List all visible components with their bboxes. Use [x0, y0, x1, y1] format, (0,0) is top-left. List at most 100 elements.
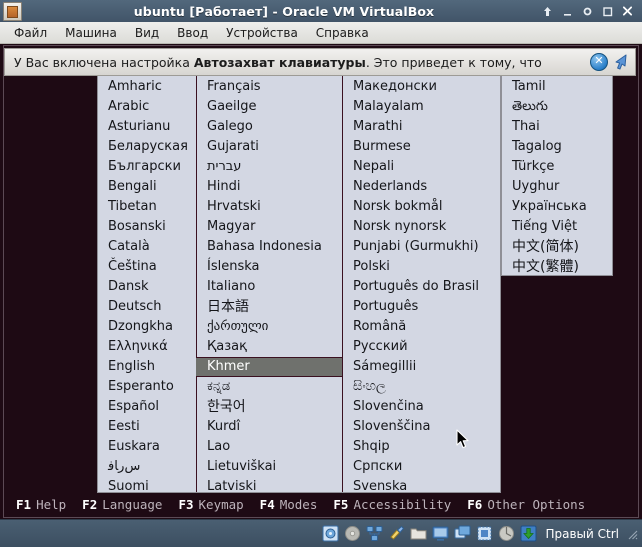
- status-network-icon[interactable]: [366, 525, 383, 542]
- status-keyboard-icon[interactable]: [520, 525, 537, 542]
- fullscreen-up-button[interactable]: [542, 6, 553, 17]
- language-item[interactable]: Italiano: [197, 277, 342, 297]
- language-item[interactable]: Português: [343, 297, 502, 317]
- language-item[interactable]: Türkçe: [502, 157, 612, 177]
- language-item[interactable]: Gaeilge: [197, 97, 342, 117]
- language-item[interactable]: Kurdî: [197, 417, 342, 437]
- language-item[interactable]: Dansk: [98, 277, 196, 297]
- language-item[interactable]: Íslenska: [197, 257, 342, 277]
- language-item[interactable]: Marathi: [343, 117, 502, 137]
- language-item[interactable]: Uyghur: [502, 177, 612, 197]
- menu-input[interactable]: Ввод: [168, 24, 217, 42]
- language-item[interactable]: Беларуская: [98, 137, 196, 157]
- language-list-main[interactable]: Amharic Arabic Asturianu Беларуская Българск…: [97, 73, 502, 494]
- status-mouse-icon[interactable]: [498, 525, 515, 542]
- language-item[interactable]: Arabic: [98, 97, 196, 117]
- language-item[interactable]: Punjabi (Gurmukhi): [343, 237, 502, 257]
- language-item[interactable]: Српски: [343, 457, 502, 477]
- language-item[interactable]: Français: [197, 77, 342, 97]
- language-item[interactable]: 日本語: [197, 297, 342, 317]
- language-item[interactable]: Malayalam: [343, 97, 502, 117]
- language-item[interactable]: Tiếng Việt: [502, 217, 612, 237]
- language-item[interactable]: Euskara: [98, 437, 196, 457]
- language-item[interactable]: Català: [98, 237, 196, 257]
- language-list-overflow[interactable]: Tamil తెలుగు Thai Tagalog Türkçe Uyghur Україн…: [501, 73, 613, 276]
- fkey-f5-accessibility[interactable]: F5 Accessibility: [333, 497, 451, 512]
- language-item[interactable]: Burmese: [343, 137, 502, 157]
- close-circle-icon[interactable]: ✕: [590, 53, 608, 71]
- language-item[interactable]: Polski: [343, 257, 502, 277]
- menu-help[interactable]: Справка: [307, 24, 378, 42]
- language-item[interactable]: Tamil: [502, 77, 612, 97]
- language-item[interactable]: Esperanto: [98, 377, 196, 397]
- fkey-f4-modes[interactable]: F4 Modes: [260, 497, 318, 512]
- fkey-f6-other-options[interactable]: F6 Other Options: [467, 497, 585, 512]
- language-item[interactable]: Nederlands: [343, 177, 502, 197]
- language-item[interactable]: ﺱﺭﺎﻓ: [98, 457, 196, 477]
- status-optical-disk-icon[interactable]: [344, 525, 361, 542]
- language-item[interactable]: Bahasa Indonesia: [197, 237, 342, 257]
- restore-button[interactable]: [582, 6, 593, 17]
- status-harddisk-icon[interactable]: [322, 525, 339, 542]
- language-item[interactable]: Ελληνικά: [98, 337, 196, 357]
- cursor-arrow-icon[interactable]: [611, 53, 631, 71]
- language-item[interactable]: Eesti: [98, 417, 196, 437]
- close-button[interactable]: [622, 6, 633, 17]
- language-item[interactable]: Български: [98, 157, 196, 177]
- language-item[interactable]: Nepali: [343, 157, 502, 177]
- language-item[interactable]: 한국어: [197, 397, 342, 417]
- language-item[interactable]: Dzongkha: [98, 317, 196, 337]
- language-item[interactable]: English: [98, 357, 196, 377]
- language-item[interactable]: Română: [343, 317, 502, 337]
- language-item[interactable]: Українська: [502, 197, 612, 217]
- status-display-icon[interactable]: [432, 525, 449, 542]
- language-item[interactable]: Galego: [197, 117, 342, 137]
- language-item[interactable]: Қазақ: [197, 337, 342, 357]
- language-item[interactable]: Čeština: [98, 257, 196, 277]
- status-features-icon[interactable]: [476, 525, 493, 542]
- language-item[interactable]: Lietuviškai: [197, 457, 342, 477]
- menu-file[interactable]: Файл: [5, 24, 56, 42]
- language-item[interactable]: Amharic: [98, 77, 196, 97]
- language-item[interactable]: Hindi: [197, 177, 342, 197]
- language-item-selected[interactable]: Khmer: [196, 357, 342, 377]
- language-item[interactable]: Gujarati: [197, 137, 342, 157]
- language-item[interactable]: Tagalog: [502, 137, 612, 157]
- vm-screen[interactable]: Amharic Arabic Asturianu Беларуская Българск…: [3, 45, 639, 518]
- language-item[interactable]: 中文(简体): [502, 237, 612, 257]
- language-item[interactable]: Tibetan: [98, 197, 196, 217]
- language-item[interactable]: ქართული: [197, 317, 342, 337]
- language-item[interactable]: తెలుగు: [502, 97, 612, 117]
- language-item[interactable]: Bengali: [98, 177, 196, 197]
- language-item[interactable]: Asturianu: [98, 117, 196, 137]
- language-item[interactable]: Magyar: [197, 217, 342, 237]
- language-item[interactable]: Bosanski: [98, 217, 196, 237]
- menu-devices[interactable]: Устройства: [217, 24, 307, 42]
- language-item[interactable]: Македонски: [343, 77, 502, 97]
- language-item[interactable]: Slovenščina: [343, 417, 502, 437]
- language-item[interactable]: Deutsch: [98, 297, 196, 317]
- language-item[interactable]: Norsk nynorsk: [343, 217, 502, 237]
- language-item[interactable]: සිංහල: [343, 377, 502, 397]
- status-usb-icon[interactable]: [388, 525, 405, 542]
- language-item[interactable]: Русский: [343, 337, 502, 357]
- fkey-f1-help[interactable]: F1 Help: [16, 497, 66, 512]
- language-item[interactable]: ಕನ್ನಡ: [197, 377, 342, 397]
- minimize-button[interactable]: [562, 6, 573, 17]
- fkey-f2-language[interactable]: F2 Language: [82, 497, 162, 512]
- language-item[interactable]: Shqip: [343, 437, 502, 457]
- menu-machine[interactable]: Машина: [56, 24, 126, 42]
- language-item[interactable]: 中文(繁體): [502, 257, 612, 277]
- language-item[interactable]: Thai: [502, 117, 612, 137]
- language-item[interactable]: Slovenčina: [343, 397, 502, 417]
- language-item[interactable]: Norsk bokmål: [343, 197, 502, 217]
- language-item[interactable]: Hrvatski: [197, 197, 342, 217]
- status-video-capture-icon[interactable]: [454, 525, 471, 542]
- menu-view[interactable]: Вид: [126, 24, 168, 42]
- status-shared-folders-icon[interactable]: [410, 525, 427, 542]
- language-item[interactable]: Português do Brasil: [343, 277, 502, 297]
- language-item[interactable]: עברית: [197, 157, 342, 177]
- fkey-f3-keymap[interactable]: F3 Keymap: [178, 497, 243, 512]
- language-item[interactable]: Lao: [197, 437, 342, 457]
- language-item[interactable]: Sámegillii: [343, 357, 502, 377]
